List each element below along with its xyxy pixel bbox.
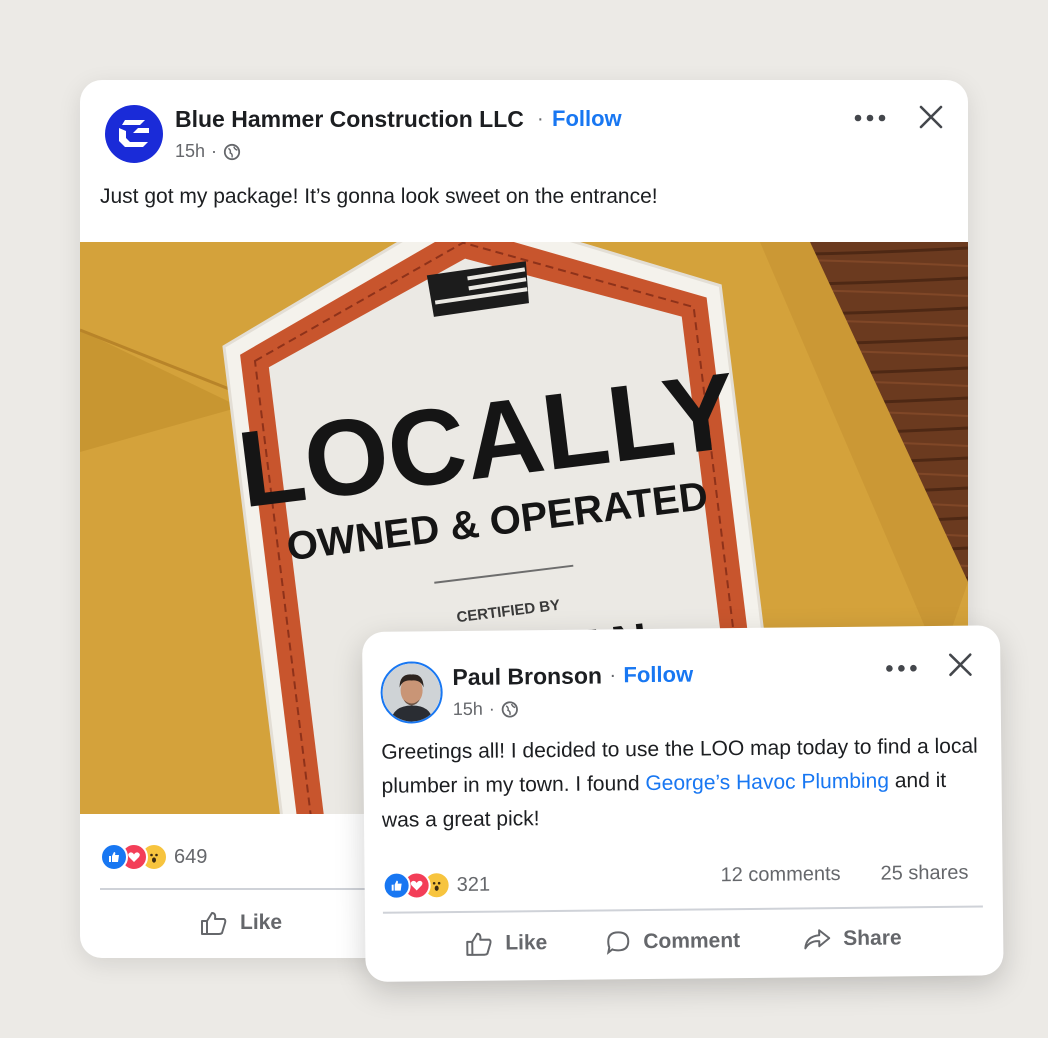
post-time[interactable]: 15h: [175, 141, 205, 162]
share-arrow-icon: [804, 929, 831, 950]
reactions-summary[interactable]: 649: [100, 843, 207, 871]
post-meta: 15h ·: [453, 698, 519, 720]
business-link[interactable]: George’s Havoc Plumbing: [645, 769, 889, 795]
share-label: Share: [843, 926, 902, 950]
comment-bubble-icon: [606, 931, 630, 955]
like-button[interactable]: Like: [465, 930, 547, 957]
like-label: Like: [240, 911, 283, 934]
separator-dot: ·: [609, 664, 617, 687]
company-logo-avatar[interactable]: [105, 105, 163, 163]
like-label: Like: [505, 931, 548, 955]
hammer-logo-icon: [119, 120, 149, 147]
reactions-divider: [382, 905, 983, 914]
share-button[interactable]: Share: [803, 926, 902, 951]
author-name[interactable]: Blue Hammer Construction LLC: [175, 106, 524, 133]
follow-button[interactable]: Follow: [623, 662, 693, 689]
reactions-summary[interactable]: 321: [382, 871, 491, 900]
more-options-icon[interactable]: [853, 112, 887, 124]
reaction-count: 321: [456, 873, 491, 896]
thumbs-up-icon: [466, 932, 492, 956]
comment-button[interactable]: Comment: [605, 928, 740, 955]
comments-count[interactable]: 12 comments: [720, 863, 840, 887]
close-icon[interactable]: [947, 652, 973, 678]
post-text: Just got my package! It’s gonna look swe…: [100, 185, 658, 208]
meta-separator: ·: [211, 141, 218, 161]
thumbs-up-icon: [201, 912, 227, 935]
like-reaction-icon: [382, 871, 411, 900]
follow-button[interactable]: Follow: [552, 106, 622, 132]
post-text: Greetings all! I decided to use the LOO …: [381, 730, 982, 838]
shares-count[interactable]: 25 shares: [880, 862, 968, 886]
like-reaction-icon: [100, 843, 128, 871]
globe-icon: [223, 143, 241, 160]
more-options-icon[interactable]: [884, 662, 918, 674]
author-name[interactable]: Paul Bronson: [452, 662, 602, 691]
globe-icon: [501, 700, 518, 718]
reaction-count: 649: [174, 845, 208, 868]
like-button[interactable]: Like: [200, 910, 282, 936]
post-meta: 15h ·: [175, 141, 241, 162]
user-avatar[interactable]: [380, 661, 443, 724]
meta-separator: ·: [488, 698, 495, 719]
comment-label: Comment: [643, 929, 741, 954]
close-icon[interactable]: [918, 104, 944, 130]
post-time[interactable]: 15h: [453, 699, 483, 720]
post-card-paul-bronson: Paul Bronson · Follow 15h · Greetings al…: [362, 625, 1004, 982]
profile-photo: [382, 663, 441, 722]
separator-dot: ·: [537, 108, 544, 130]
